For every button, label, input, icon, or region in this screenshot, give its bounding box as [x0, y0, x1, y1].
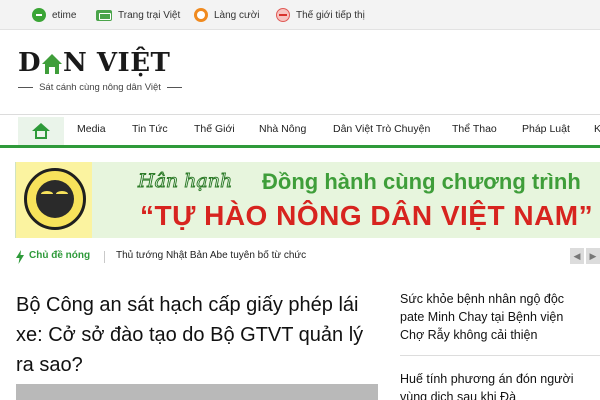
laugh-icon: [194, 8, 208, 22]
farm-icon: [96, 9, 112, 21]
lead-article-image[interactable]: [16, 384, 378, 400]
nav-item-phap-luat[interactable]: Pháp Luật: [522, 123, 570, 139]
side-divider: [400, 355, 600, 356]
side-article-title[interactable]: Huế tính phương án đón người vùng dịch s…: [400, 370, 590, 400]
partner-bar: etime Trang trại Việt Làng cười Thế giới…: [0, 0, 600, 30]
main-navigation: Media Tin Tức Thế Giới Nhà Nông Dân Việt…: [0, 114, 600, 148]
logo-text-start: D: [18, 48, 42, 78]
partner-link-label: Thế giới tiếp thị: [296, 9, 365, 21]
partner-link-label: etime: [52, 9, 77, 21]
nav-item-the-thao[interactable]: Thể Thao: [452, 123, 497, 139]
sponsor-logo: [16, 162, 92, 238]
nav-home-button[interactable]: [18, 117, 64, 145]
buffalo-seal-icon: [24, 168, 86, 230]
site-tagline: Sát cánh cùng nông dân Việt: [18, 80, 182, 94]
home-icon: [32, 123, 50, 139]
hot-topics-bar: Chủ đề nóng Thủ tướng Nhật Bản Abe tuyên…: [0, 246, 600, 268]
lead-article-title[interactable]: Bộ Công an sát hạch cấp giấy phép lái xe…: [16, 290, 380, 380]
tagline-rule-right: [166, 86, 182, 88]
sponsor-banner[interactable]: Hân hạnh Đồng hành cùng chương trình “TỰ…: [15, 162, 600, 238]
hot-topics-divider: [104, 251, 105, 263]
chevron-right-icon[interactable]: ▶: [586, 248, 600, 264]
partner-link-the-gioi-tiep-thi[interactable]: Thế giới tiếp thị: [276, 7, 365, 23]
tagline-rule-left: [18, 86, 34, 88]
partner-link-label: Làng cười: [214, 9, 260, 21]
hot-topics-label: Chủ đề nóng: [29, 250, 91, 261]
partner-link-label: Trang trại Việt: [118, 9, 181, 21]
site-logo[interactable]: D N VIỆT: [18, 50, 170, 76]
tagline-text: Sát cánh cùng nông dân Việt: [39, 81, 161, 93]
logo-text-end: N VIỆT: [63, 48, 171, 78]
nav-item-more[interactable]: K: [594, 123, 600, 139]
nav-item-media[interactable]: Media: [77, 123, 106, 139]
banner-script-text: Hân hạnh: [137, 170, 233, 193]
partner-link-trang-trai-viet[interactable]: Trang trại Việt: [96, 7, 180, 23]
nav-item-nha-nong[interactable]: Nhà Nông: [259, 123, 306, 139]
nav-item-tin-tuc[interactable]: Tin Tức: [132, 123, 168, 139]
side-article-title[interactable]: Sức khỏe bệnh nhân ngộ độc pate Minh Cha…: [400, 290, 590, 344]
partner-link-lang-cuoi[interactable]: Làng cười: [194, 7, 260, 23]
hot-topic-headline[interactable]: Thủ tướng Nhật Bản Abe tuyên bố từ chức: [116, 250, 306, 261]
etime-icon: [32, 8, 46, 22]
world-icon: [276, 8, 290, 22]
banner-line-1: Đồng hành cùng chương trình: [262, 169, 581, 194]
lightning-icon: [16, 250, 24, 264]
nav-item-dan-viet-tro-chuyen[interactable]: Dân Việt Trò Chuyện: [333, 123, 430, 139]
nav-item-the-gioi[interactable]: Thế Giới: [194, 123, 235, 139]
partner-link-etime[interactable]: etime: [32, 7, 76, 23]
house-logo-icon: [42, 54, 63, 74]
chevron-left-icon[interactable]: ◀: [570, 248, 584, 264]
banner-line-2: “TỰ HÀO NÔNG DÂN VIỆT NAM”: [140, 200, 594, 231]
